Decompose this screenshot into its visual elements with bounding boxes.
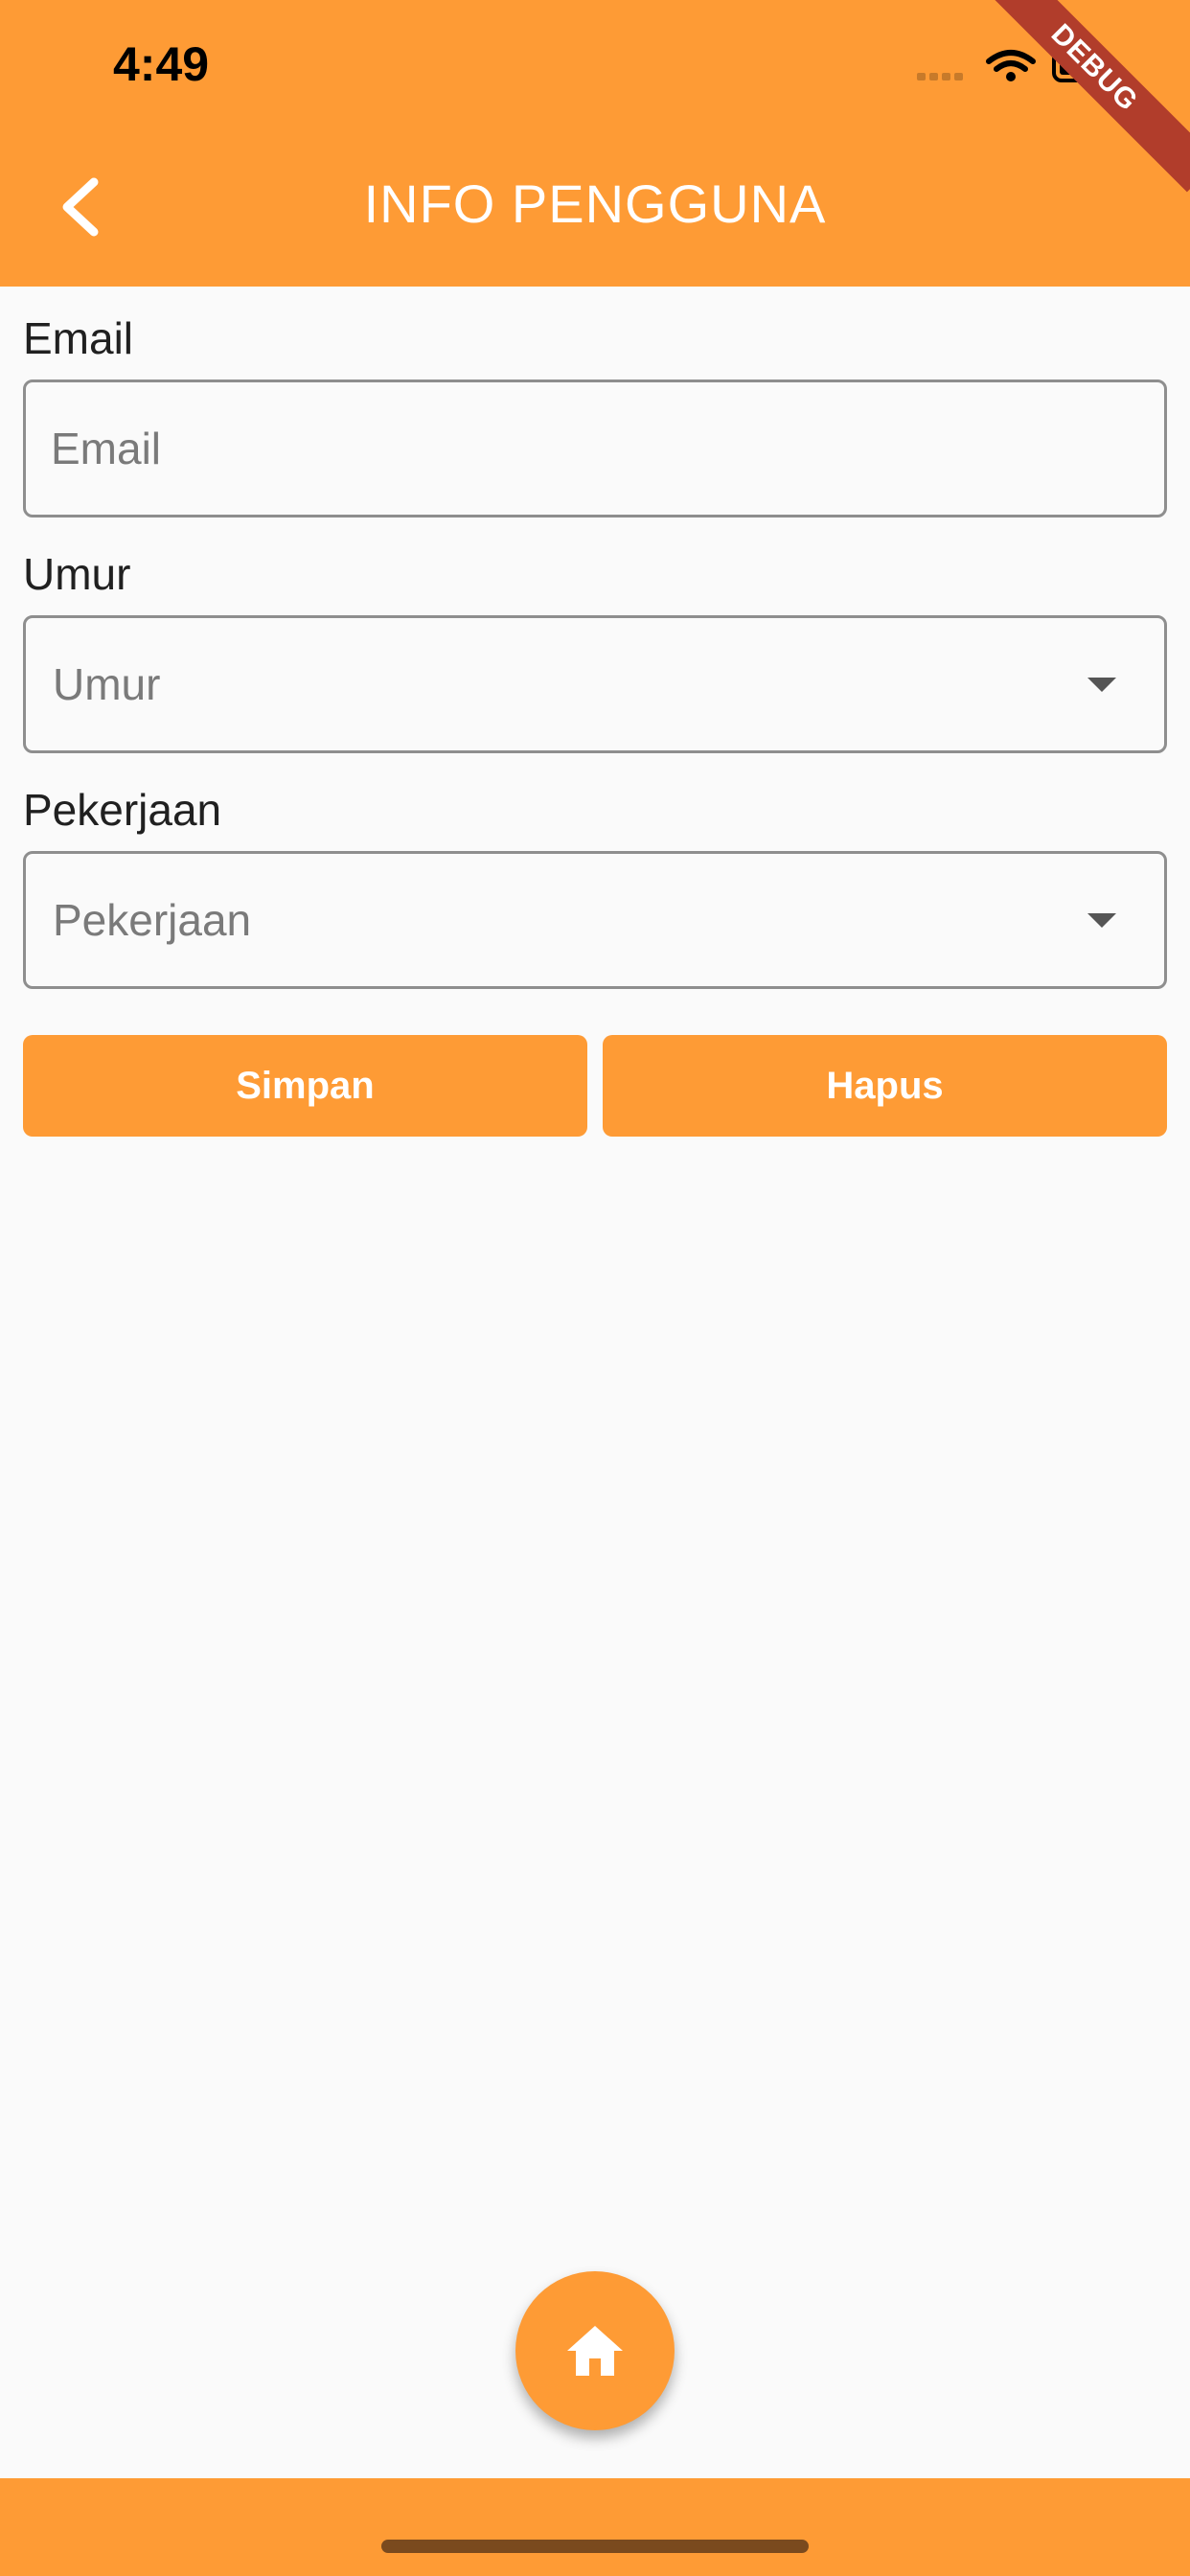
job-label: Pekerjaan (23, 785, 222, 835)
signal-icon (917, 73, 963, 80)
delete-button[interactable]: Hapus (603, 1035, 1167, 1137)
email-input[interactable] (51, 382, 1105, 515)
email-field[interactable] (23, 380, 1167, 518)
age-dropdown-placeholder: Umur (53, 659, 161, 709)
app-bar: 4:49 DEBUG INFO PENGGUNA (0, 0, 1190, 287)
email-label: Email (23, 313, 134, 363)
age-label: Umur (23, 549, 131, 599)
page-title: INFO PENGGUNA (363, 173, 827, 234)
job-dropdown-placeholder: Pekerjaan (53, 895, 252, 945)
debug-banner: DEBUG (970, 0, 1190, 193)
caret-down-icon (1087, 913, 1116, 928)
save-button[interactable]: Simpan (23, 1035, 587, 1137)
home-button[interactable] (515, 2271, 675, 2430)
wifi-icon (986, 50, 1036, 72)
home-indicator (381, 2540, 809, 2553)
home-icon (567, 2326, 623, 2376)
status-time: 4:49 (113, 37, 210, 91)
caret-down-icon (1087, 678, 1116, 692)
job-dropdown[interactable]: Pekerjaan (23, 851, 1167, 989)
age-dropdown[interactable]: Umur (23, 615, 1167, 753)
bottom-bar (0, 2478, 1190, 2576)
